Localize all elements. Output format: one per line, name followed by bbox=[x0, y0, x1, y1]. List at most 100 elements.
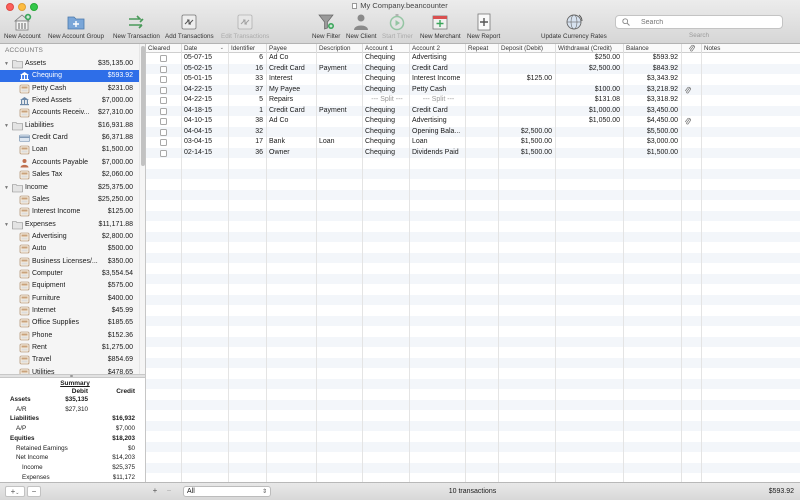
search-input[interactable] bbox=[641, 16, 771, 28]
cell-cleared[interactable] bbox=[146, 105, 182, 116]
new-report-button[interactable]: New Report bbox=[467, 12, 500, 40]
cell-cleared[interactable] bbox=[146, 74, 182, 85]
paperclip-icon[interactable] bbox=[684, 86, 692, 95]
sidebar-item-travel[interactable]: Travel $854.69 bbox=[0, 354, 139, 366]
column-header-identifier[interactable]: Identifier bbox=[229, 44, 267, 53]
table-row[interactable]: 05-01-15 33 Interest Chequing Interest Incom… bbox=[146, 74, 800, 85]
sidebar-item-sales-tax[interactable]: Sales Tax $2,060.00 bbox=[0, 169, 139, 181]
new-account-group-button[interactable]: New Account Group bbox=[48, 12, 104, 40]
column-header-attachment[interactable] bbox=[682, 44, 702, 53]
sidebar-group-expenses[interactable]: ▼ Expenses $11,171.88 bbox=[0, 219, 139, 231]
table-row[interactable]: 05-02-15 16 Credit Card Payment Chequing Cred… bbox=[146, 63, 800, 74]
remove-transaction-button[interactable]: − bbox=[163, 486, 175, 497]
empty-cell bbox=[317, 410, 363, 421]
column-header-deposit-debit[interactable]: Deposit (Debit) bbox=[499, 44, 556, 53]
column-header-balance[interactable]: Balance bbox=[624, 44, 682, 53]
sidebar-item-phone[interactable]: Phone $152.36 bbox=[0, 330, 139, 342]
table-row[interactable]: 04-22-15 37 My Payee Chequing Petty Cash $100… bbox=[146, 84, 800, 95]
cleared-checkbox[interactable] bbox=[160, 76, 167, 83]
table-row[interactable]: 04-18-15 1 Credit Card Payment Chequing Credi… bbox=[146, 105, 800, 116]
sidebar-item-chequing[interactable]: Chequing $593.92 bbox=[0, 70, 139, 83]
cleared-checkbox[interactable] bbox=[160, 65, 167, 73]
cell-cleared[interactable] bbox=[146, 137, 182, 148]
sidebar-add-button[interactable]: +⌄ bbox=[5, 486, 25, 497]
column-header-payee[interactable]: Payee bbox=[267, 44, 317, 53]
sidebar-item-internet[interactable]: Internet $45.99 bbox=[0, 305, 139, 317]
sidebar-item-equipment[interactable]: Equipment $575.00 bbox=[0, 280, 139, 292]
table-row[interactable]: 04-22-15 5 Repairs --- Split --- --- Split -… bbox=[146, 95, 800, 106]
empty-table-row bbox=[146, 410, 800, 421]
new-account-button[interactable]: New Account bbox=[4, 12, 41, 40]
sidebar-item-utilities[interactable]: Utilities $478.65 bbox=[0, 367, 139, 374]
sidebar-item-furniture[interactable]: Furniture $400.00 bbox=[0, 293, 139, 305]
add-transaction-button[interactable]: + bbox=[148, 486, 162, 497]
update-currency-rates-button[interactable]: Update Currency Rates bbox=[541, 12, 607, 40]
search-field[interactable] bbox=[615, 15, 783, 29]
column-header-account-2[interactable]: Account 2 bbox=[410, 44, 466, 53]
disclosure-triangle-icon[interactable]: ▼ bbox=[4, 219, 10, 231]
sidebar-item-rent[interactable]: Rent $1,275.00 bbox=[0, 342, 139, 354]
start-timer-button[interactable]: Start Timer bbox=[382, 12, 413, 40]
sidebar-item-loan[interactable]: Loan $1,500.00 bbox=[0, 144, 139, 156]
table-row[interactable]: 04-04-15 32 Chequing Opening Bala... $2,500.… bbox=[146, 126, 800, 137]
column-header-date[interactable]: Date ⌄ bbox=[182, 44, 229, 53]
cell-cleared[interactable] bbox=[146, 53, 182, 64]
sidebar-group-income[interactable]: ▼ Income $25,375.00 bbox=[0, 182, 139, 194]
disclosure-triangle-icon[interactable]: ▼ bbox=[4, 182, 10, 194]
add-transactions-button[interactable]: Add Transactions bbox=[165, 12, 214, 40]
sidebar-item-computer[interactable]: Computer $3,554.54 bbox=[0, 268, 139, 280]
sidebar-group-assets[interactable]: ▼ Assets $35,135.00 bbox=[0, 58, 139, 70]
sidebar-item-interest-income[interactable]: Interest Income $125.00 bbox=[0, 206, 139, 218]
table-row[interactable]: 03-04-15 17 Bank Loan Chequing Loan $1,500.00 $… bbox=[146, 137, 800, 148]
cleared-checkbox[interactable] bbox=[160, 139, 167, 146]
cell-id: 36 bbox=[229, 147, 267, 158]
cell-cleared[interactable] bbox=[146, 63, 182, 74]
sidebar-item-business-licenses[interactable]: Business Licenses/... $350.00 bbox=[0, 256, 139, 268]
cell-cleared[interactable] bbox=[146, 95, 182, 106]
empty-cell bbox=[146, 315, 182, 326]
new-merchant-button[interactable]: New Merchant bbox=[420, 12, 461, 40]
new-transaction-button[interactable]: New Transaction bbox=[113, 12, 160, 40]
sidebar-item-accounts-receiv[interactable]: Accounts Receiv... $27,310.00 bbox=[0, 107, 139, 119]
sidebar-item-office-supplies[interactable]: Office Supplies $185.65 bbox=[0, 317, 139, 329]
sidebar-group-liabilities[interactable]: ▼ Liabilities $16,931.88 bbox=[0, 120, 139, 132]
sidebar-item-petty-cash[interactable]: Petty Cash $231.08 bbox=[0, 83, 139, 95]
cleared-checkbox[interactable] bbox=[160, 118, 167, 125]
cleared-checkbox[interactable] bbox=[160, 55, 167, 62]
disclosure-triangle-icon[interactable]: ▼ bbox=[4, 120, 10, 132]
sidebar-item-fixed-assets[interactable]: Fixed Assets $7,000.00 bbox=[0, 95, 139, 107]
table-row[interactable]: 02-14-15 36 Owner Chequing Dividends Paid $1,… bbox=[146, 147, 800, 158]
cell-cleared[interactable] bbox=[146, 147, 182, 158]
cleared-checkbox[interactable] bbox=[160, 86, 167, 94]
sidebar-remove-button[interactable]: − bbox=[27, 486, 41, 497]
new-filter-button[interactable]: New Filter bbox=[312, 12, 340, 40]
cleared-checkbox[interactable] bbox=[160, 128, 167, 136]
sidebar-item-sales[interactable]: Sales $25,250.00 bbox=[0, 194, 139, 206]
sidebar-item-auto[interactable]: Auto $500.00 bbox=[0, 243, 139, 255]
column-header-repeat[interactable]: Repeat bbox=[466, 44, 499, 53]
cleared-checkbox[interactable] bbox=[160, 97, 167, 104]
column-header-label: Balance bbox=[626, 45, 649, 52]
table-row[interactable]: 05-07-15 6 Ad Co Chequing Advertising $250.00… bbox=[146, 53, 800, 64]
table-row[interactable]: 04-10-15 38 Ad Co Chequing Advertising $1,050… bbox=[146, 116, 800, 127]
cell-payee: Interest bbox=[267, 74, 317, 85]
column-header-withdrawal-credit[interactable]: Withdrawal (Credit) bbox=[556, 44, 624, 53]
edit-transactions-button[interactable]: Edit Transactions bbox=[221, 12, 269, 40]
sidebar-item-credit-card[interactable]: Credit Card $6,371.88 bbox=[0, 132, 139, 144]
column-header-account-1[interactable]: Account 1 bbox=[363, 44, 410, 53]
transaction-filter-select[interactable]: All ⇕ bbox=[183, 486, 271, 497]
cleared-checkbox[interactable] bbox=[160, 149, 167, 157]
summary-title: Summary bbox=[60, 380, 90, 387]
column-header-notes[interactable]: Notes bbox=[702, 44, 800, 53]
cell-cleared[interactable] bbox=[146, 84, 182, 95]
disclosure-triangle-icon[interactable]: ▼ bbox=[4, 58, 10, 70]
cleared-checkbox[interactable] bbox=[160, 107, 167, 115]
cell-cleared[interactable] bbox=[146, 116, 182, 127]
paperclip-icon[interactable] bbox=[684, 117, 692, 126]
column-header-cleared[interactable]: Cleared bbox=[146, 44, 182, 53]
new-client-button[interactable]: New Client bbox=[346, 12, 376, 40]
sidebar-item-accounts-payable[interactable]: Accounts Payable $7,000.00 bbox=[0, 157, 139, 169]
sidebar-item-advertising[interactable]: Advertising $2,800.00 bbox=[0, 231, 139, 243]
cell-cleared[interactable] bbox=[146, 126, 182, 137]
column-header-description[interactable]: Description bbox=[317, 44, 363, 53]
